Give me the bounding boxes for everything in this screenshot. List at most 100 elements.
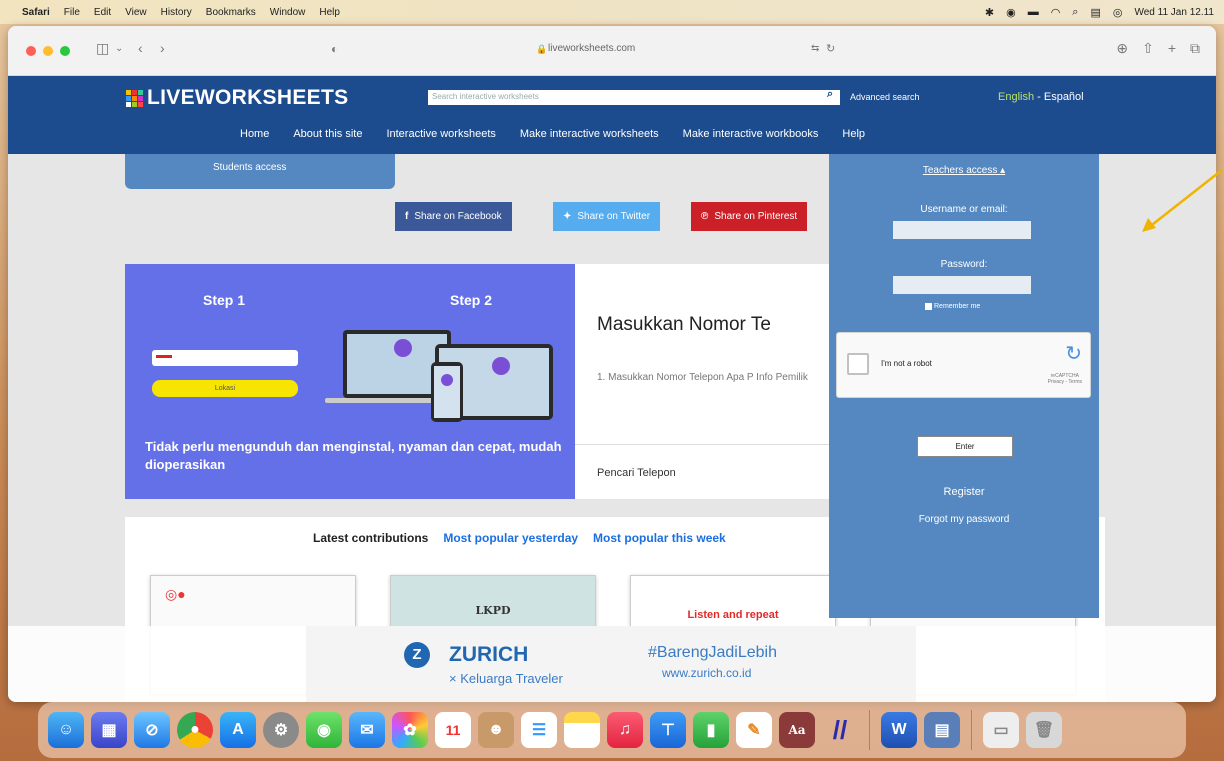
menu-window[interactable]: Window <box>270 7 306 18</box>
system-settings-icon[interactable]: ⚙ <box>263 712 299 748</box>
nav-interactive-worksheets[interactable]: Interactive worksheets <box>386 128 495 140</box>
nav-home[interactable]: Home <box>240 128 269 140</box>
share-icon[interactable]: ⇧ <box>1142 40 1154 57</box>
photos-icon[interactable]: ✿ <box>392 712 428 748</box>
menu-view[interactable]: View <box>125 7 147 18</box>
control-center-icon[interactable]: ▤ <box>1090 6 1100 19</box>
nav-help[interactable]: Help <box>842 128 865 140</box>
notes-icon[interactable] <box>564 712 600 748</box>
teachers-access-panel: Teachers access ▴ Username or email: Pas… <box>829 154 1099 618</box>
dock-separator <box>971 710 972 750</box>
finder-icon[interactable]: ☺ <box>48 712 84 748</box>
clock[interactable]: Wed 11 Jan 12.11 <box>1134 7 1214 18</box>
new-tab-icon[interactable]: + <box>1168 40 1176 57</box>
menu-history[interactable]: History <box>161 7 192 18</box>
messages-icon[interactable]: ◉ <box>306 712 342 748</box>
username-field[interactable] <box>893 221 1031 239</box>
tab-popular-yesterday[interactable]: Most popular yesterday <box>443 531 578 545</box>
battery-icon[interactable]: ▬ <box>1028 6 1039 18</box>
recaptcha-links[interactable]: Privacy - Terms <box>1048 379 1082 385</box>
close-window-button[interactable] <box>26 46 36 56</box>
minimize-window-button[interactable] <box>43 46 53 56</box>
dictionary-icon[interactable]: Aa <box>779 712 815 748</box>
ad-hashtag: #BarengJadiLebih <box>648 644 777 661</box>
menu-app-name[interactable]: Safari <box>22 7 50 18</box>
bottom-ad-bar: Z ZURICH × Keluarga Traveler #BarengJadi… <box>8 626 1216 702</box>
banner-text: Tidak perlu mengunduh dan menginstal, ny… <box>145 439 562 472</box>
music-icon[interactable]: ♫ <box>607 712 643 748</box>
control-icon[interactable]: ◉ <box>1006 6 1016 19</box>
menu-edit[interactable]: Edit <box>94 7 111 18</box>
enter-button[interactable]: Enter <box>917 436 1013 457</box>
logo-text: LIVEWORKSHEETS <box>147 86 349 109</box>
chevron-down-icon[interactable]: ⌄ <box>115 43 123 54</box>
launchpad-icon[interactable]: ▦ <box>91 712 127 748</box>
contacts-icon[interactable]: ☻ <box>478 712 514 748</box>
siri-icon[interactable]: ◎ <box>1113 6 1123 19</box>
tab-overview-icon[interactable]: ⧉ <box>1190 40 1200 57</box>
privacy-shield-icon[interactable]: ◐ <box>331 42 338 56</box>
forward-icon[interactable]: › <box>160 40 165 56</box>
main-nav: Home About this site Interactive workshe… <box>240 128 889 140</box>
recaptcha-checkbox[interactable] <box>847 353 869 375</box>
wifi-icon[interactable]: ◠ <box>1051 6 1061 19</box>
search-input[interactable]: Search interactive worksheets <box>428 90 840 105</box>
chrome-icon[interactable]: ● <box>177 712 213 748</box>
password-field[interactable] <box>893 276 1031 294</box>
share-facebook-button[interactable]: f Share on Facebook <box>395 202 512 231</box>
share-facebook-label: Share on Facebook <box>414 211 502 222</box>
ad-banner[interactable]: Step 1 Step 2 Lokasi Tidak perlu mengund… <box>125 264 575 499</box>
share-twitter-button[interactable]: ✦ Share on Twitter <box>553 202 661 231</box>
calendar-icon[interactable]: 11 <box>435 712 471 748</box>
safari-icon[interactable]: ⊘ <box>134 712 170 748</box>
tab-popular-week[interactable]: Most popular this week <box>593 531 726 545</box>
teachers-access-toggle[interactable]: Teachers access ▴ <box>829 165 1099 176</box>
zoom-window-button[interactable] <box>60 46 70 56</box>
lang-english[interactable]: English <box>998 91 1034 103</box>
remember-me[interactable]: Remember me <box>925 303 980 310</box>
keynote-icon[interactable]: ⊤ <box>650 712 686 748</box>
pages-icon[interactable]: ✎ <box>736 712 772 748</box>
lang-spanish[interactable]: Español <box>1044 91 1084 103</box>
downloads-icon[interactable]: ⊕ <box>1116 40 1128 57</box>
translate-icon[interactable]: ⇆ <box>811 43 819 54</box>
search-icon[interactable]: ⌕ <box>1072 6 1078 19</box>
site-logo[interactable]: LIVEWORKSHEETS <box>126 86 348 110</box>
onenote-like-icon[interactable]: // <box>822 712 858 748</box>
numbers-icon[interactable]: ▮ <box>693 712 729 748</box>
downloads-folder-icon[interactable]: ▭ <box>983 712 1019 748</box>
address-bar[interactable]: liveworksheets.com <box>548 43 635 54</box>
nav-make-worksheets[interactable]: Make interactive worksheets <box>520 128 659 140</box>
students-access-tab[interactable]: Students access <box>125 154 395 189</box>
macos-dock: ☺ ▦ ⊘ ● A ⚙ ◉ ✉ ✿ 11 ☻ ☰ ♫ ⊤ ▮ ✎ Aa // W… <box>38 702 1186 758</box>
menu-help[interactable]: Help <box>319 7 340 18</box>
back-icon[interactable]: ‹ <box>138 40 143 56</box>
reminders-icon[interactable]: ☰ <box>521 712 557 748</box>
mail-icon[interactable]: ✉ <box>349 712 385 748</box>
record-icon: ◎● <box>165 586 186 602</box>
share-pinterest-button[interactable]: ℗ Share on Pinterest <box>691 202 808 231</box>
reload-icon[interactable]: ↻ <box>826 42 835 55</box>
lang-separator: - <box>1034 91 1044 103</box>
zurich-ad[interactable]: Z ZURICH × Keluarga Traveler #BarengJadi… <box>306 626 916 702</box>
promo-card[interactable]: Masukkan Nomor Te 1. Masukkan Nomor Tele… <box>575 264 835 499</box>
tab-latest[interactable]: Latest contributions <box>313 531 428 545</box>
trash-icon[interactable]: 🗑 <box>1026 712 1062 748</box>
bluetooth-icon[interactable]: ✱ <box>985 6 994 19</box>
menu-file[interactable]: File <box>64 7 80 18</box>
app-store-icon[interactable]: A <box>220 712 256 748</box>
word-icon[interactable]: W <box>881 712 917 748</box>
nav-make-workbooks[interactable]: Make interactive workbooks <box>683 128 819 140</box>
advanced-search-link[interactable]: Advanced search <box>850 92 920 102</box>
safari-toolbar: ◫ ⌄ ‹ › ◐ 🔒 liveworksheets.com ⇆ ↻ ⊕ ⇧ +… <box>8 26 1216 76</box>
search-icon[interactable]: ⌕ <box>827 88 833 101</box>
forgot-password-link[interactable]: Forgot my password <box>829 514 1099 525</box>
remember-me-checkbox[interactable] <box>925 303 932 310</box>
register-link[interactable]: Register <box>829 486 1099 498</box>
lokasi-button: Lokasi <box>152 380 298 397</box>
sidebar-icon[interactable]: ◫ <box>96 40 109 57</box>
promo-subtitle: Pencari Telepon <box>597 467 676 479</box>
nav-about[interactable]: About this site <box>293 128 362 140</box>
menu-bookmarks[interactable]: Bookmarks <box>206 7 256 18</box>
preview-icon[interactable]: ▤ <box>924 712 960 748</box>
